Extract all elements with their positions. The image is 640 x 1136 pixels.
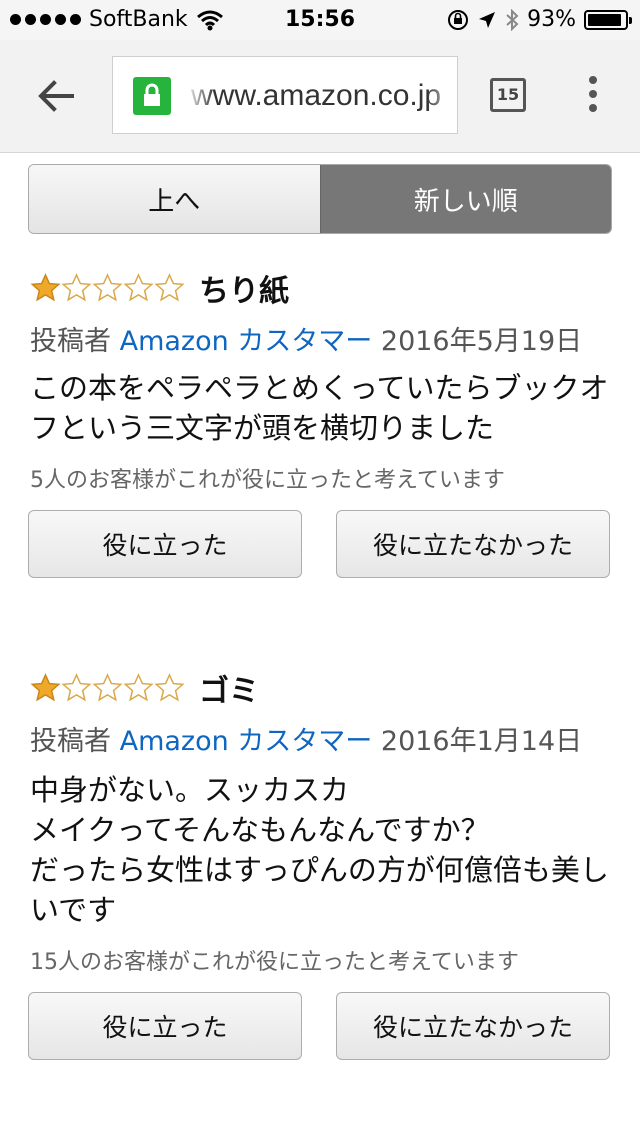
- helpful-button[interactable]: 役に立った: [28, 992, 302, 1060]
- tab-switcher-button[interactable]: 15: [490, 78, 526, 112]
- not-helpful-button[interactable]: 役に立たなかった: [336, 992, 610, 1060]
- review-body: この本をペラペラとめくっていたらブックオフという三文字が頭を横切りました: [30, 371, 609, 445]
- review-item: ゴミ 投稿者 Amazon カスタマー 2016年1月14日 中身がない。スッカ…: [28, 668, 614, 1062]
- review-body: 中身がない。スッカスカ メイクってそんなもんなんですか？ だったら女性はすっぴん…: [30, 770, 614, 930]
- back-arrow-icon[interactable]: [34, 74, 78, 118]
- status-bar: SoftBank 15:56 93%: [0, 0, 640, 40]
- address-bar[interactable]: www.amazon.co.jp: [112, 56, 458, 134]
- star-rating: [30, 273, 185, 303]
- url-text[interactable]: www.amazon.co.jp: [191, 79, 441, 113]
- helpful-button[interactable]: 役に立った: [28, 510, 302, 578]
- vote-buttons: 役に立った 役に立たなかった: [28, 510, 614, 580]
- review-body-line: メイクってそんなもんなんですか？: [30, 813, 490, 847]
- star-empty-icon: [123, 273, 154, 302]
- author-link[interactable]: Amazon カスタマー: [120, 726, 373, 757]
- bluetooth-icon: [506, 8, 519, 31]
- review-body-line: だったら女性はすっぴんの方が何億倍も美しいです: [30, 853, 609, 927]
- sort-newest-button[interactable]: 新しい順: [319, 165, 611, 233]
- browser-toolbar: www.amazon.co.jp 15: [0, 40, 640, 153]
- review-date: 2016年1月14日: [380, 726, 583, 757]
- location-arrow-icon: [479, 11, 496, 28]
- review-meta: 投稿者 Amazon カスタマー 2016年5月19日: [30, 322, 614, 362]
- posted-by-label: 投稿者: [30, 326, 111, 357]
- star-empty-icon: [154, 673, 185, 702]
- helpful-count: 5人のお客様がこれが役に立ったと考えています: [30, 468, 505, 493]
- star-empty-icon: [123, 673, 154, 702]
- review-header: ゴミ: [30, 668, 614, 709]
- scroll-top-button[interactable]: 上へ: [29, 165, 320, 233]
- not-helpful-button[interactable]: 役に立たなかった: [336, 510, 610, 578]
- status-icons: 93%: [447, 7, 632, 32]
- review-item: ちり紙 投稿者 Amazon カスタマー 2016年5月19日 この本をペラペラ…: [28, 268, 614, 580]
- review-header: ちり紙: [30, 268, 614, 309]
- helpful-count: 15人のお客様がこれが役に立ったと考えています: [30, 950, 519, 975]
- battery-percentage: 93%: [527, 7, 576, 32]
- vote-buttons: 役に立った 役に立たなかった: [28, 992, 614, 1062]
- sort-bar: 上へ 新しい順: [28, 164, 612, 234]
- star-filled-icon: [30, 673, 61, 702]
- star-empty-icon: [92, 673, 123, 702]
- rotation-lock-icon: [448, 9, 469, 30]
- star-empty-icon: [92, 273, 123, 302]
- overflow-menu-icon[interactable]: [586, 76, 600, 116]
- battery-icon: [584, 9, 632, 30]
- star-empty-icon: [61, 673, 92, 702]
- author-link[interactable]: Amazon カスタマー: [120, 326, 373, 357]
- review-title: ゴミ: [199, 674, 259, 709]
- star-rating: [30, 673, 185, 703]
- review-meta: 投稿者 Amazon カスタマー 2016年1月14日: [30, 722, 614, 762]
- star-empty-icon: [61, 273, 92, 302]
- review-body-line: 中身がない。スッカスカ: [30, 773, 350, 807]
- review-title: ちり紙: [199, 274, 289, 309]
- star-filled-icon: [30, 273, 61, 302]
- star-empty-icon: [154, 273, 185, 302]
- posted-by-label: 投稿者: [30, 726, 111, 757]
- secure-lock-icon: [133, 77, 171, 115]
- review-date: 2016年5月19日: [380, 326, 583, 357]
